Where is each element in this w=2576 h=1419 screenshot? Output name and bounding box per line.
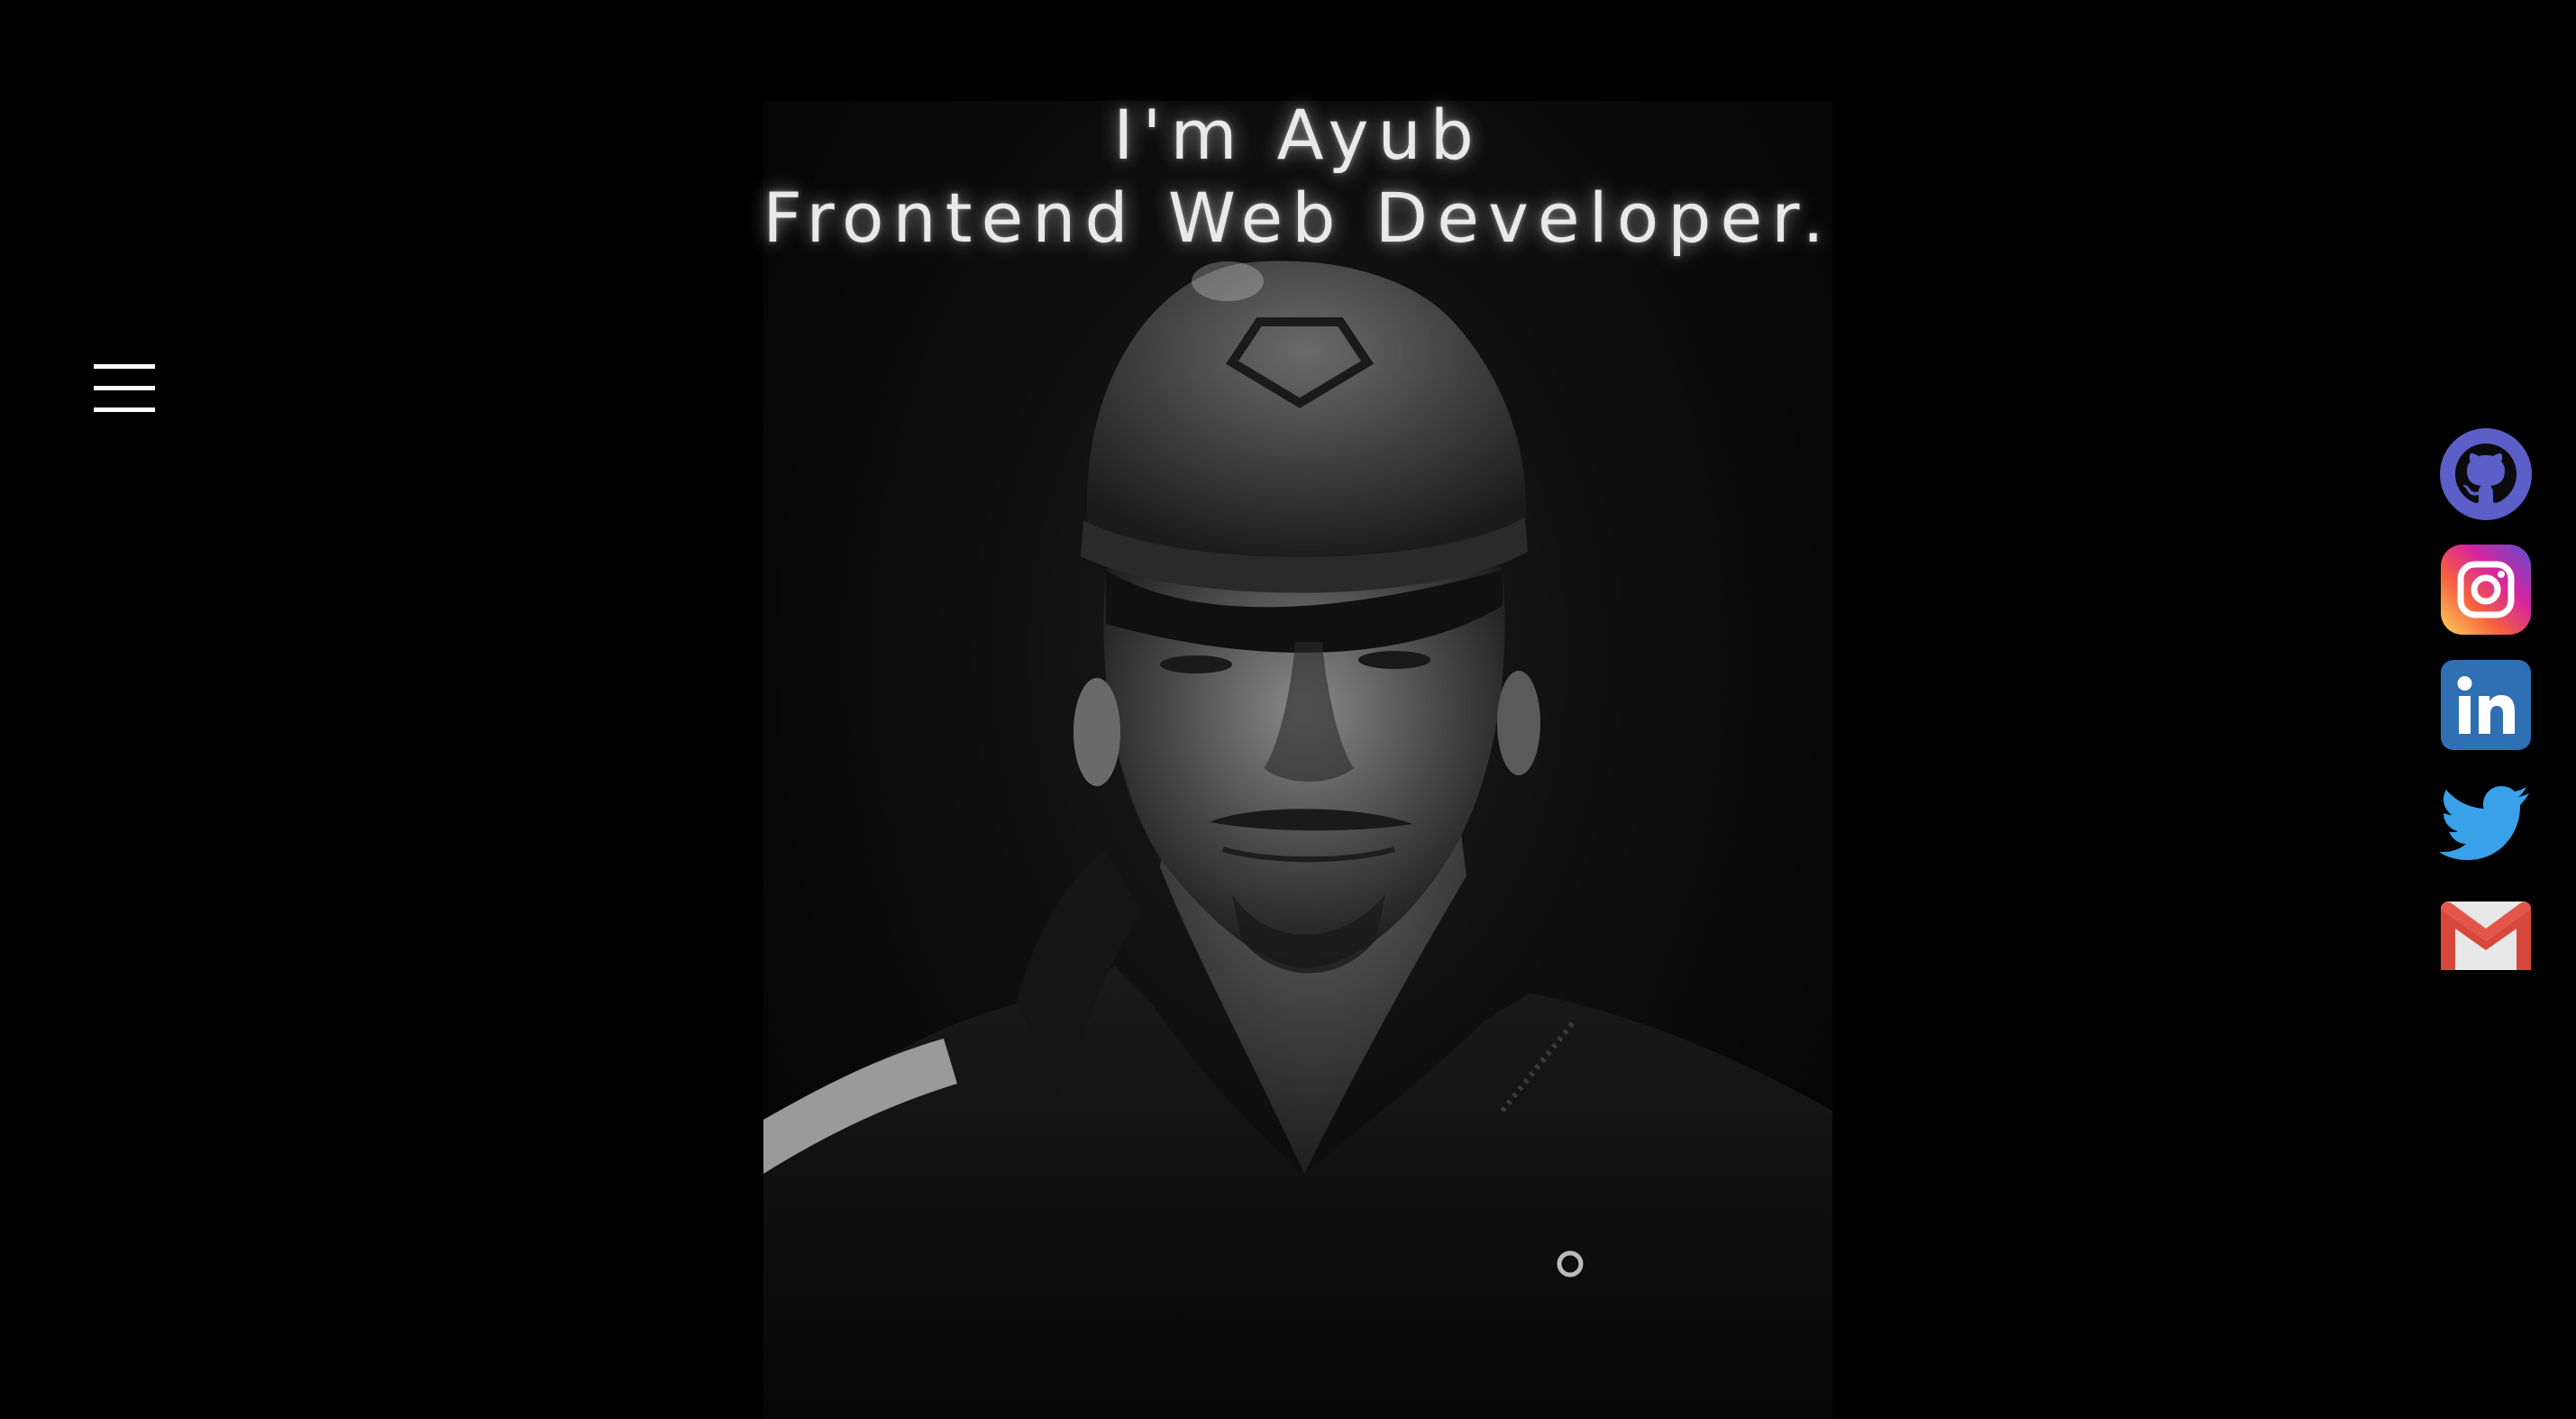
instagram-link[interactable] xyxy=(2439,543,2533,636)
instagram-icon xyxy=(2441,545,2531,635)
twitter-link[interactable] xyxy=(2439,774,2533,867)
github-link[interactable] xyxy=(2439,427,2533,521)
menu-bar-top xyxy=(94,364,155,369)
hero-line-greeting: I'm Ayub xyxy=(1113,95,1483,175)
portrait-photo xyxy=(763,101,1832,1419)
gmail-link[interactable] xyxy=(2439,889,2533,983)
hamburger-menu-icon[interactable] xyxy=(94,364,155,413)
menu-bar-middle xyxy=(94,386,155,390)
linkedin-icon xyxy=(2441,660,2531,750)
linkedin-link[interactable] xyxy=(2439,658,2533,752)
github-icon xyxy=(2440,428,2532,520)
menu-bar-bottom xyxy=(94,407,155,412)
gmail-icon xyxy=(2441,902,2531,970)
hero-line-role: Frontend Web Developer. xyxy=(763,178,1833,258)
hero-heading: I'm Ayub Frontend Web Developer. xyxy=(0,94,2576,260)
twitter-icon xyxy=(2439,786,2529,860)
